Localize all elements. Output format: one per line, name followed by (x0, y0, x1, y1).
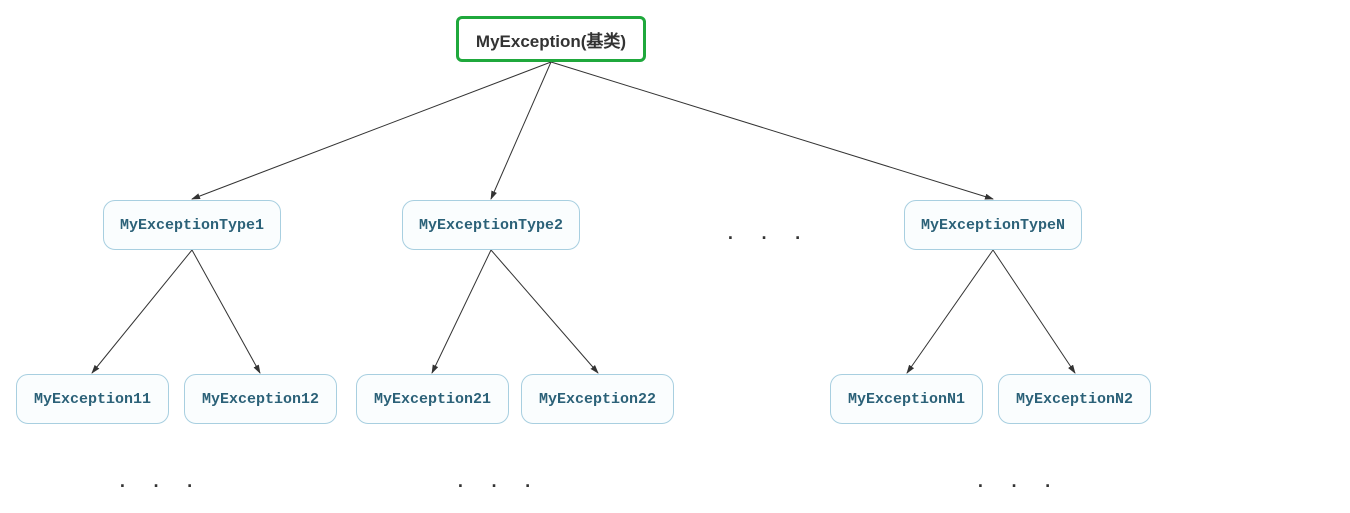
connector-lines (0, 0, 1350, 513)
type1-label: MyExceptionType1 (120, 217, 264, 234)
type2-label: MyExceptionType2 (419, 217, 563, 234)
root-node-label: MyException(基类) (476, 27, 626, 52)
node-N1-label: MyExceptionN1 (848, 391, 965, 408)
node-11-label: MyException11 (34, 391, 151, 408)
node-21: MyException21 (356, 374, 509, 424)
typeN-node: MyExceptionTypeN (904, 200, 1082, 250)
bottom-ellipsis-3: . . . (975, 473, 1059, 493)
node-N2: MyExceptionN2 (998, 374, 1151, 424)
bottom-ellipsis-2: . . . (455, 473, 539, 493)
root-node: MyException(基类) (456, 16, 646, 62)
node-22-label: MyException22 (539, 391, 656, 408)
node-12-label: MyException12 (202, 391, 319, 408)
node-11: MyException11 (16, 374, 169, 424)
type2-node: MyExceptionType2 (402, 200, 580, 250)
node-21-label: MyException21 (374, 391, 491, 408)
node-N2-label: MyExceptionN2 (1016, 391, 1133, 408)
level1-ellipsis: . . . (725, 225, 809, 245)
bottom-ellipsis-1: . . . (117, 473, 201, 493)
node-12: MyException12 (184, 374, 337, 424)
node-22: MyException22 (521, 374, 674, 424)
typeN-label: MyExceptionTypeN (921, 217, 1065, 234)
type1-node: MyExceptionType1 (103, 200, 281, 250)
node-N1: MyExceptionN1 (830, 374, 983, 424)
